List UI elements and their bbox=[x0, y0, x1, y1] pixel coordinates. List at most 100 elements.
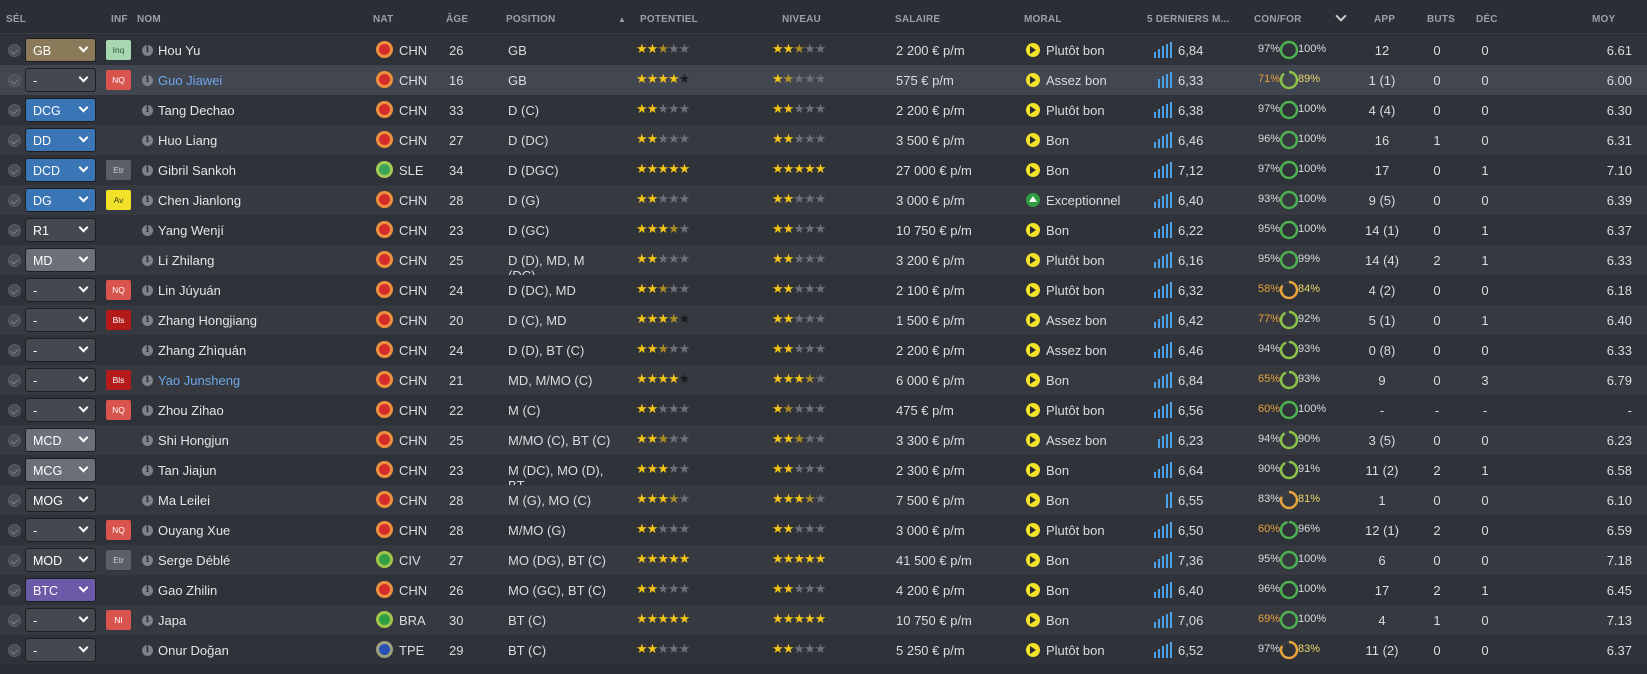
col-confor[interactable]: CON/FOR bbox=[1254, 14, 1302, 25]
role-dropdown[interactable]: DD bbox=[25, 128, 96, 152]
select-checkbox[interactable] bbox=[8, 434, 21, 447]
select-checkbox[interactable] bbox=[8, 554, 21, 567]
select-checkbox[interactable] bbox=[8, 284, 21, 297]
info-badge[interactable]: NQ bbox=[106, 520, 131, 540]
table-row[interactable]: GB Inq i Hou Yu CHN 26 GB ★★★★★ ★★★★★ 2 200 € p/m… bbox=[0, 35, 1647, 65]
player-name[interactable]: Yao Junsheng bbox=[158, 373, 240, 388]
role-dropdown[interactable]: BTC bbox=[25, 578, 96, 602]
table-row[interactable]: DCD Etr i Gibril Sankoh SLE 34 D (DGC) ★★★★★ ★★★… bbox=[0, 155, 1647, 185]
info-icon[interactable]: i bbox=[142, 585, 153, 596]
info-badge[interactable]: Av bbox=[106, 190, 131, 210]
player-name[interactable]: Gao Zhilin bbox=[158, 583, 217, 598]
col-sel[interactable]: SÉL bbox=[6, 14, 26, 25]
table-row[interactable]: - Bls i Zhang Hongjiang CHN 20 D (C), MD ★★★★★ ★… bbox=[0, 305, 1647, 335]
player-name[interactable]: Zhang Hongjiang bbox=[158, 313, 257, 328]
table-row[interactable]: R1 i Yang Wenjí CHN 23 D (GC) ★★★★★ ★★★★★ 10 750… bbox=[0, 215, 1647, 245]
role-dropdown[interactable]: - bbox=[25, 278, 96, 302]
select-checkbox[interactable] bbox=[8, 164, 21, 177]
col-app[interactable]: APP bbox=[1374, 14, 1395, 25]
role-dropdown[interactable]: MCD bbox=[25, 428, 96, 452]
table-row[interactable]: MOD Etr i Serge Déblé CIV 27 MO (DG), BT (C) ★★… bbox=[0, 545, 1647, 575]
col-moral[interactable]: MORAL bbox=[1024, 14, 1062, 25]
info-badge[interactable]: NQ bbox=[106, 280, 131, 300]
info-icon[interactable]: i bbox=[142, 225, 153, 236]
info-badge[interactable]: Etr bbox=[106, 160, 131, 180]
table-row[interactable]: - NQ i Lin Júyuán CHN 24 D (DC), MD ★★★★★ ★★★★★ 2… bbox=[0, 275, 1647, 305]
info-badge[interactable]: NQ bbox=[106, 70, 131, 90]
table-row[interactable]: - NQ i Guo Jiawei CHN 16 GB ★★★★★ ★★★★★ 575 € p/m… bbox=[0, 65, 1647, 95]
select-checkbox[interactable] bbox=[8, 224, 21, 237]
player-name[interactable]: Onur Doğan bbox=[158, 643, 229, 658]
role-dropdown[interactable]: DCD bbox=[25, 158, 96, 182]
player-name[interactable]: Chen Jianlong bbox=[158, 193, 241, 208]
select-checkbox[interactable] bbox=[8, 134, 21, 147]
col-dec[interactable]: DÉC bbox=[1476, 14, 1498, 25]
info-icon[interactable]: i bbox=[142, 105, 153, 116]
role-dropdown[interactable]: MOG bbox=[25, 488, 96, 512]
info-badge[interactable]: Bls bbox=[106, 310, 131, 330]
table-row[interactable]: MDiLi ZhilangCHN25D (D), MD, M (DC),...★… bbox=[0, 245, 1647, 283]
table-row[interactable]: DG Av i Chen Jianlong CHN 28 D (G) ★★★★★ ★★★★★ 3 … bbox=[0, 185, 1647, 215]
player-name[interactable]: Zhou Zihao bbox=[158, 403, 224, 418]
col-salaire[interactable]: SALAIRE bbox=[895, 14, 940, 25]
select-checkbox[interactable] bbox=[8, 314, 21, 327]
select-checkbox[interactable] bbox=[8, 344, 21, 357]
table-row[interactable]: - i Zhang Zhìquán CHN 24 D (D), BT (C) ★★★★★ ★★… bbox=[0, 335, 1647, 365]
role-dropdown[interactable]: DCG bbox=[25, 98, 96, 122]
role-dropdown[interactable]: R1 bbox=[25, 218, 96, 242]
info-icon[interactable]: i bbox=[142, 375, 153, 386]
role-dropdown[interactable]: - bbox=[25, 338, 96, 362]
col-5-derniers[interactable]: 5 DERNIERS M... bbox=[1147, 14, 1229, 25]
info-icon[interactable]: i bbox=[142, 345, 153, 356]
col-potentiel[interactable]: POTENTIEL bbox=[640, 14, 698, 25]
player-name[interactable]: Huo Liang bbox=[158, 133, 217, 148]
info-icon[interactable]: i bbox=[142, 405, 153, 416]
info-icon[interactable]: i bbox=[142, 525, 153, 536]
select-checkbox[interactable] bbox=[8, 584, 21, 597]
select-checkbox[interactable] bbox=[8, 464, 21, 477]
info-badge[interactable]: NI bbox=[106, 610, 131, 630]
info-icon[interactable]: i bbox=[142, 255, 153, 266]
role-dropdown[interactable]: DG bbox=[25, 188, 96, 212]
col-age[interactable]: ÂGE bbox=[446, 14, 468, 25]
select-checkbox[interactable] bbox=[8, 494, 21, 507]
table-row[interactable]: MCGiTan JiajunCHN23M (DC), MO (D), BT...… bbox=[0, 455, 1647, 493]
role-dropdown[interactable]: - bbox=[25, 368, 96, 392]
info-icon[interactable]: i bbox=[142, 615, 153, 626]
role-dropdown[interactable]: - bbox=[25, 608, 96, 632]
role-dropdown[interactable]: - bbox=[25, 68, 96, 92]
col-inf[interactable]: INF bbox=[111, 14, 128, 25]
select-checkbox[interactable] bbox=[8, 44, 21, 57]
player-name[interactable]: Gibril Sankoh bbox=[158, 163, 236, 178]
info-icon[interactable]: i bbox=[142, 465, 153, 476]
table-row[interactable]: - Bls i Yao Junsheng CHN 21 MD, M/MO (C) ★★★★★ ★… bbox=[0, 365, 1647, 395]
role-dropdown[interactable]: MCG bbox=[25, 458, 96, 482]
select-checkbox[interactable] bbox=[8, 644, 21, 657]
role-dropdown[interactable]: - bbox=[25, 398, 96, 422]
chevron-down-icon[interactable] bbox=[1335, 10, 1347, 22]
table-row[interactable]: DCG i Tang Dechao CHN 33 D (C) ★★★★★ ★★★★★ 2 200… bbox=[0, 95, 1647, 125]
player-name[interactable]: Yang Wenjí bbox=[158, 223, 224, 238]
player-name[interactable]: Ouyang Xue bbox=[158, 523, 230, 538]
select-checkbox[interactable] bbox=[8, 404, 21, 417]
col-position[interactable]: POSITION bbox=[506, 14, 555, 25]
select-checkbox[interactable] bbox=[8, 614, 21, 627]
role-dropdown[interactable]: GB bbox=[25, 38, 96, 62]
table-row[interactable]: - NQ i Ouyang Xue CHN 28 M/MO (G) ★★★★★ ★★★★★ 3 0… bbox=[0, 515, 1647, 545]
info-icon[interactable]: i bbox=[142, 645, 153, 656]
info-badge[interactable]: Inq bbox=[106, 40, 131, 60]
table-row[interactable]: MOG i Ma Leilei CHN 28 M (G), MO (C) ★★★★★ ★★★★… bbox=[0, 485, 1647, 515]
select-checkbox[interactable] bbox=[8, 374, 21, 387]
info-icon[interactable]: i bbox=[142, 45, 153, 56]
table-row[interactable]: - i Onur Doğan TPE 29 BT (C) ★★★★★ ★★★★★ 5 250 €… bbox=[0, 635, 1647, 665]
info-icon[interactable]: i bbox=[142, 555, 153, 566]
info-badge[interactable]: Etr bbox=[106, 550, 131, 570]
col-nat[interactable]: NAT bbox=[373, 14, 393, 25]
role-dropdown[interactable]: - bbox=[25, 308, 96, 332]
table-row[interactable]: - NI i Japa BRA 30 BT (C) ★★★★★ ★★★★★ 10 750 € p/… bbox=[0, 605, 1647, 635]
select-checkbox[interactable] bbox=[8, 74, 21, 87]
player-name[interactable]: Tang Dechao bbox=[158, 103, 235, 118]
info-icon[interactable]: i bbox=[142, 75, 153, 86]
table-row[interactable]: BTC i Gao Zhilin CHN 26 MO (GC), BT (C) ★★★★★ ★… bbox=[0, 575, 1647, 605]
player-name[interactable]: Japa bbox=[158, 613, 186, 628]
